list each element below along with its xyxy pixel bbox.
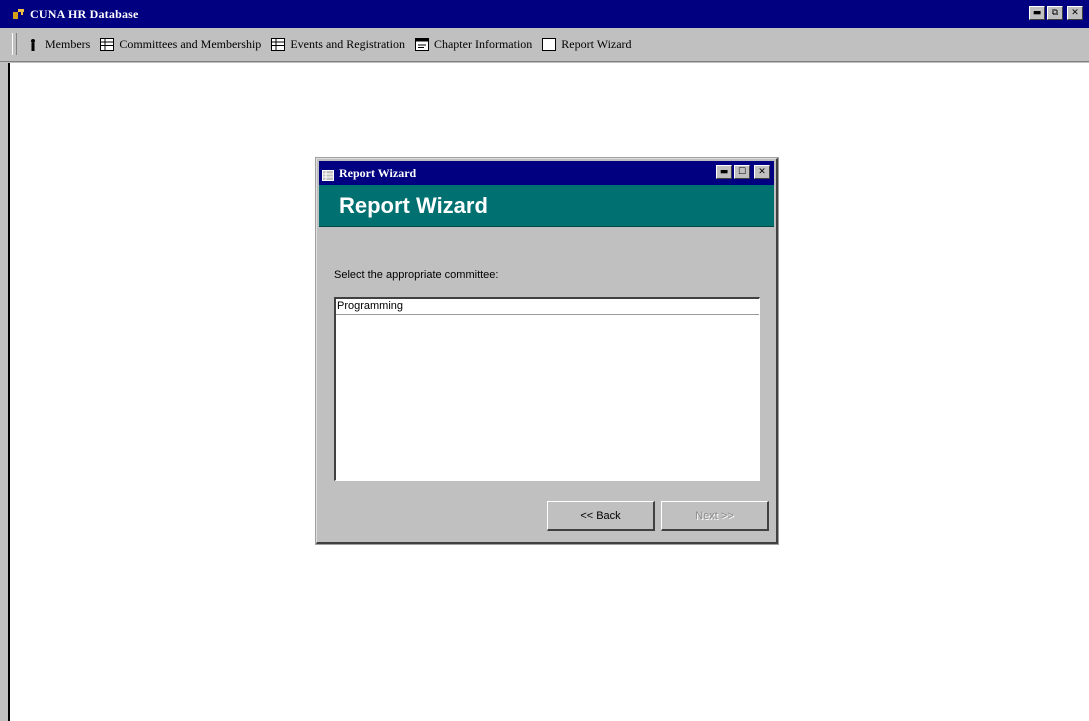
- next-button[interactable]: Next >>: [661, 501, 769, 531]
- menu-item-report-wizard[interactable]: Report Wizard: [542, 37, 632, 52]
- dialog-window-controls: ▬ ☐ ✕: [716, 165, 770, 179]
- committee-listbox[interactable]: Programming: [334, 297, 760, 481]
- menu-item-label: Committees and Membership: [119, 37, 262, 51]
- committee-prompt: Select the appropriate committee:: [334, 269, 499, 281]
- dialog-maximize-button[interactable]: ☐: [734, 165, 750, 179]
- app-key-icon: [12, 7, 26, 21]
- menu-item-members[interactable]: Members: [26, 37, 90, 52]
- person-icon: [26, 38, 40, 51]
- grid-icon: [271, 38, 286, 51]
- grid-icon: [100, 38, 115, 51]
- menubar: Members Committees and Membership Events…: [0, 28, 1089, 62]
- minimize-icon: ▬: [719, 166, 729, 177]
- menu-item-label: Events and Registration: [290, 37, 405, 51]
- wizard-banner: Report Wizard: [319, 185, 774, 227]
- close-icon: ✕: [758, 166, 766, 177]
- maximize-button[interactable]: ⧉: [1047, 6, 1063, 20]
- close-icon: ✕: [1071, 7, 1079, 18]
- close-button[interactable]: ✕: [1067, 6, 1083, 20]
- report-wizard-dialog: Report Wizard ▬ ☐ ✕ Report Wizard Select…: [316, 158, 778, 544]
- menu-item-label: Chapter Information: [433, 37, 533, 51]
- dialog-titlebar[interactable]: Report Wizard ▬ ☐ ✕: [319, 161, 774, 185]
- minimize-icon: ▬: [1032, 7, 1042, 18]
- dialog-minimize-button[interactable]: ▬: [716, 165, 732, 179]
- dialog-title: Report Wizard: [339, 165, 417, 180]
- back-button[interactable]: << Back: [547, 501, 655, 531]
- toolbar-grip[interactable]: [12, 33, 17, 55]
- menu-item-label: Members: [45, 37, 91, 51]
- menu-item-label: Report Wizard: [561, 37, 632, 51]
- minimize-button[interactable]: ▬: [1029, 6, 1045, 20]
- app-titlebar: CUNA HR Database ▬ ⧉ ✕: [0, 0, 1089, 28]
- restore-icon: ⧉: [1051, 7, 1059, 18]
- form-icon: [322, 168, 334, 181]
- list-item[interactable]: Programming: [336, 299, 759, 315]
- report-icon: [542, 38, 557, 51]
- maximize-icon: ☐: [737, 166, 747, 177]
- menu-item-events[interactable]: Events and Registration: [271, 37, 405, 52]
- form-icon: [414, 38, 429, 51]
- dialog-close-button[interactable]: ✕: [754, 165, 770, 179]
- app-title: CUNA HR Database: [30, 6, 139, 21]
- menu-item-chapter[interactable]: Chapter Information: [414, 37, 533, 52]
- app-window-controls: ▬ ⧉ ✕: [1029, 6, 1083, 20]
- menu-item-committees[interactable]: Committees and Membership: [100, 37, 261, 52]
